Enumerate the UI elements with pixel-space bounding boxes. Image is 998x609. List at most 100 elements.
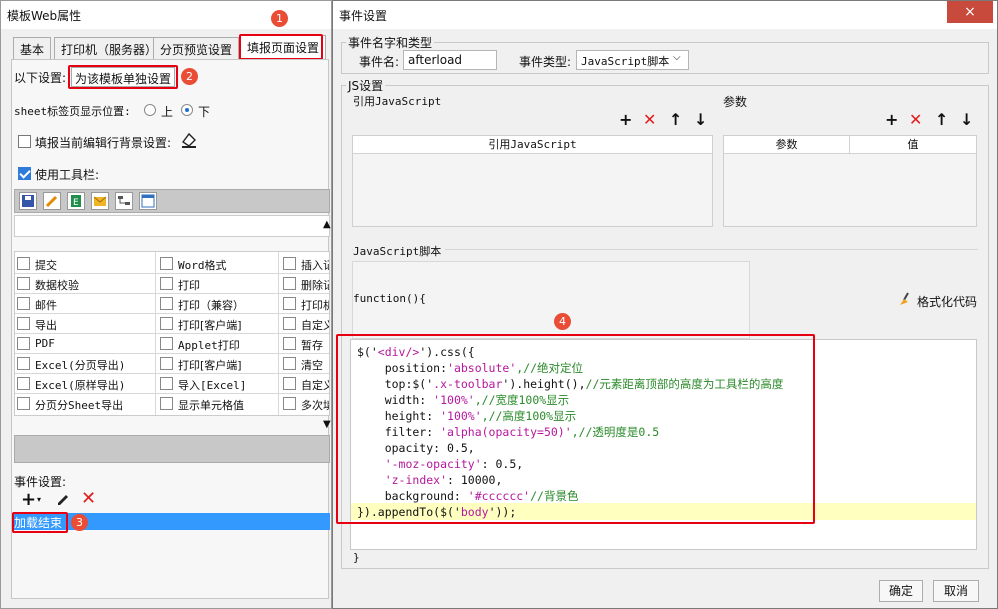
delete-event-icon[interactable]: ✕ — [81, 488, 96, 509]
sheet-tab-position-label: sheet标签页显示位置: — [14, 105, 131, 118]
close-icon[interactable]: × — [947, 1, 993, 23]
grid-row-divider — [15, 373, 329, 374]
toolbar-button-r6-c2[interactable]: 自定义 — [281, 374, 329, 394]
toolbar-bottom-strip — [14, 435, 330, 463]
add-event-dropdown-icon[interactable]: ▾ — [37, 495, 41, 504]
toolbar-button-r4-c0[interactable]: PDF — [15, 334, 155, 354]
toolbar-button-icon — [160, 337, 173, 350]
params-up-icon[interactable]: ↑ — [935, 111, 948, 129]
mail-icon[interactable] — [91, 192, 109, 210]
toolbar-button-icon — [17, 297, 30, 310]
toolbar-button-icon — [17, 357, 30, 370]
toolbar-button-r3-c1[interactable]: 打印[客户端] — [158, 314, 298, 334]
toolbar-button-label: 分页分Sheet导出 — [35, 399, 124, 412]
toolbar-button-r7-c1[interactable]: 显示单元格值 — [158, 394, 298, 414]
cancel-button[interactable]: 取消 — [933, 580, 979, 602]
tab-basic[interactable]: 基本 — [13, 37, 52, 59]
edit-event-icon[interactable] — [55, 490, 71, 506]
toolbar-button-r4-c1[interactable]: Applet打印 — [158, 334, 298, 354]
toolbar-button-r0-c2[interactable]: 插入记 — [281, 254, 329, 274]
toolbar-button-label: Excel(原样导出) — [35, 379, 126, 392]
toolbar-button-r6-c1[interactable]: 导入[Excel] — [158, 374, 298, 394]
closing-brace: } — [353, 551, 360, 564]
radio-bottom-label: 下 — [198, 105, 211, 119]
toolbar-button-icon — [283, 297, 296, 310]
tab-page-preview[interactable]: 分页预览设置 — [153, 37, 240, 59]
toolbar-button-icon — [160, 297, 173, 310]
toolbar-button-icon — [160, 257, 173, 270]
excel-icon[interactable]: E — [67, 192, 85, 210]
toolbar-button-r5-c2[interactable]: 清空 — [281, 354, 329, 374]
annotation-badge-1: 1 — [271, 10, 288, 27]
toolbar-button-label: 自定义 — [301, 379, 329, 392]
ref-js-down-icon[interactable]: ↓ — [694, 111, 707, 129]
annotation-box-3 — [12, 512, 68, 533]
add-event-icon[interactable]: + — [21, 489, 36, 510]
params-down-icon[interactable]: ↓ — [960, 111, 973, 129]
toolbar-button-r2-c0[interactable]: 邮件 — [15, 294, 155, 314]
chevron-down-icon[interactable]: ⌵ — [673, 52, 681, 63]
params-header-param: 参数 — [724, 136, 850, 154]
use-toolbar-checkbox[interactable] — [18, 167, 31, 180]
tree-icon[interactable] — [115, 192, 133, 210]
annotation-badge-2: 2 — [181, 68, 198, 85]
toolbar-button-r5-c0[interactable]: Excel(分页导出) — [15, 354, 155, 374]
toolbar-button-r5-c1[interactable]: 打印[客户端] — [158, 354, 298, 374]
toolbar-button-label: 数据校验 — [35, 279, 79, 292]
toolbar-button-label: Word格式 — [178, 259, 227, 272]
toolbar-button-r3-c2[interactable]: 自定义 — [281, 314, 329, 334]
ok-button[interactable]: 确定 — [879, 580, 923, 602]
format-code-button[interactable]: 格式化代码 — [917, 293, 977, 310]
check-pencil-icon[interactable] — [43, 192, 61, 210]
toolbar-button-r1-c0[interactable]: 数据校验 — [15, 274, 155, 294]
toolbar-button-r7-c2[interactable]: 多次填 — [281, 394, 329, 414]
tab-printer-server[interactable]: 打印机（服务器） — [54, 37, 165, 59]
toolbar-button-r0-c1[interactable]: Word格式 — [158, 254, 298, 274]
toolbar-button-r3-c0[interactable]: 导出 — [15, 314, 155, 334]
radio-top[interactable] — [144, 104, 156, 116]
toolbar-button-label: 自定义 — [301, 319, 329, 332]
dialog-title-bar: 事件设置 × — [333, 1, 997, 29]
toolbar-button-label: 邮件 — [35, 299, 57, 312]
toolbar-button-label: 提交 — [35, 259, 57, 272]
ref-js-table-header: 引用JavaScript — [353, 136, 712, 154]
grid-row-divider — [15, 393, 329, 394]
toolbar-button-r4-c2[interactable]: 暂存 — [281, 334, 329, 354]
ref-js-add-icon[interactable]: + — [619, 111, 632, 129]
event-name-input[interactable]: afterload — [403, 50, 497, 70]
params-header-value: 值 — [850, 136, 976, 154]
toolbar-button-icon — [283, 357, 296, 370]
toolbar-button-r7-c0[interactable]: 分页分Sheet导出 — [15, 394, 155, 414]
ref-js-table[interactable]: 引用JavaScript — [352, 135, 713, 227]
annotation-box-4 — [336, 334, 815, 524]
params-add-icon[interactable]: + — [885, 111, 898, 129]
toolbar-button-icon — [17, 257, 30, 270]
params-table[interactable]: 参数 值 — [723, 135, 977, 227]
toolbar-button-label: 打印[客户端] — [178, 319, 242, 332]
toolbar-button-r1-c1[interactable]: 打印 — [158, 274, 298, 294]
toolbar-button-r1-c2[interactable]: 删除记 — [281, 274, 329, 294]
toolbar-button-r6-c0[interactable]: Excel(原样导出) — [15, 374, 155, 394]
scroll-down-arrow-icon[interactable]: ▼ — [323, 419, 331, 430]
toolbar-button-r2-c2[interactable]: 打印机 — [281, 294, 329, 314]
broom-icon[interactable] — [898, 291, 914, 307]
toolbar-button-icon — [17, 277, 30, 290]
scroll-up-arrow-icon[interactable]: ▲ — [323, 219, 331, 230]
svg-text:E: E — [73, 198, 79, 208]
radio-bottom[interactable] — [181, 104, 193, 116]
toolbar-button-icon — [160, 317, 173, 330]
edit-row-bg-checkbox[interactable] — [18, 135, 31, 148]
toolbar-button-r2-c1[interactable]: 打印（兼容） — [158, 294, 298, 314]
toolbar-button-r0-c0[interactable]: 提交 — [15, 254, 155, 274]
toolbar-button-icon — [160, 357, 173, 370]
group-event-name-type-title: 事件名字和类型 — [348, 36, 433, 50]
params-delete-icon[interactable]: ✕ — [909, 111, 922, 129]
toolbar-button-label: 显示单元格值 — [178, 399, 244, 412]
toolbar-button-label: 打印（兼容） — [178, 299, 244, 312]
ref-js-delete-icon[interactable]: ✕ — [643, 111, 656, 129]
save-icon[interactable] — [19, 192, 37, 210]
paint-bucket-icon[interactable] — [179, 130, 199, 150]
window-icon[interactable] — [139, 192, 157, 210]
ref-js-up-icon[interactable]: ↑ — [669, 111, 682, 129]
toolbar-button-icon — [283, 317, 296, 330]
